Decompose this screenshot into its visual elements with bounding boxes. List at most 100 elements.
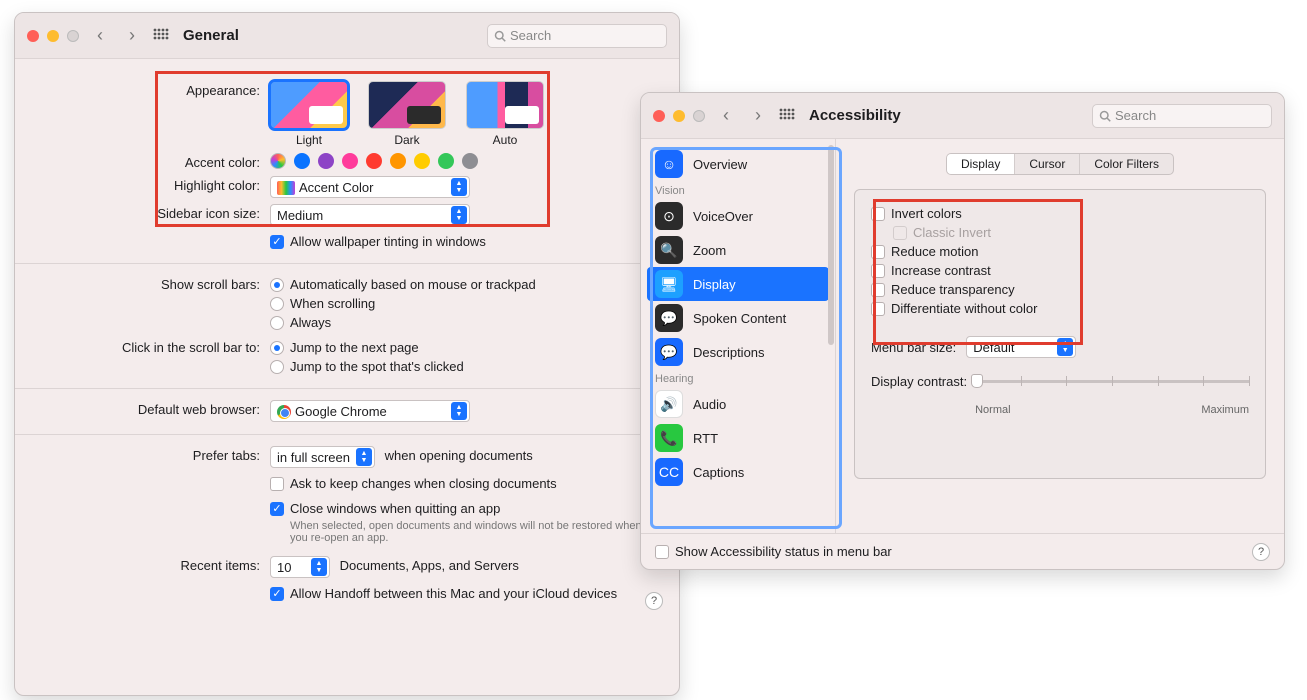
traffic-lights: [653, 110, 705, 122]
classic-invert-checkbox: Classic Invert: [893, 223, 1249, 242]
forward-button[interactable]: ›: [121, 25, 143, 46]
close-button[interactable]: [653, 110, 665, 122]
prefer-tabs-suffix: when opening documents: [385, 448, 533, 463]
accent-multicolor[interactable]: [270, 153, 286, 169]
person-icon: ☺: [655, 150, 683, 178]
allow-handoff-checkbox[interactable]: ✓Allow Handoff between this Mac and your…: [270, 584, 649, 603]
accent-green[interactable]: [438, 153, 454, 169]
display-icon: 🖥: [655, 270, 683, 298]
help-button[interactable]: ?: [1252, 543, 1270, 561]
accent-pink[interactable]: [342, 153, 358, 169]
close-windows-checkbox[interactable]: ✓Close windows when quitting an app: [270, 499, 649, 518]
search-placeholder: Search: [1115, 108, 1156, 123]
accent-swatch-icon: [277, 181, 295, 195]
phone-icon: 📞: [655, 424, 683, 452]
prefer-tabs-label: Prefer tabs:: [45, 446, 270, 463]
show-all-icon[interactable]: [779, 108, 795, 124]
default-browser-select[interactable]: Google Chrome ▲▼: [270, 400, 470, 422]
sidebar-item-display[interactable]: 🖥Display: [647, 267, 829, 301]
increase-contrast-checkbox[interactable]: Increase contrast: [871, 261, 1249, 280]
accent-graphite[interactable]: [462, 153, 478, 169]
accessibility-titlebar: ‹ › Accessibility Search: [641, 93, 1284, 139]
click-next-page[interactable]: Jump to the next page: [270, 338, 649, 357]
scrollbars-always[interactable]: Always: [270, 313, 649, 332]
sidebar-item-rtt[interactable]: 📞RTT: [647, 421, 829, 455]
back-button[interactable]: ‹: [89, 25, 111, 46]
help-button[interactable]: ?: [645, 592, 663, 610]
general-prefs-window: ‹ › General Search Appearance: Light Dar…: [14, 12, 680, 696]
display-panel: Invert colors Classic Invert Reduce moti…: [854, 189, 1266, 479]
scrollbars-auto[interactable]: Automatically based on mouse or trackpad: [270, 275, 649, 294]
reduce-motion-checkbox[interactable]: Reduce motion: [871, 242, 1249, 261]
sidebar-item-zoom[interactable]: 🔍Zoom: [647, 233, 829, 267]
general-body: Appearance: Light Dark Auto Accent color…: [15, 59, 679, 620]
speech-bubble-icon: 💬: [655, 304, 683, 332]
scrollbars-when-scrolling[interactable]: When scrolling: [270, 294, 649, 313]
minimize-button[interactable]: [47, 30, 59, 42]
sidebar-heading-hearing: Hearing: [647, 369, 829, 387]
invert-colors-checkbox[interactable]: Invert colors: [871, 204, 1249, 223]
accessibility-footer: Show Accessibility status in menu bar ?: [641, 533, 1284, 569]
display-tabs: Display Cursor Color Filters: [946, 153, 1174, 175]
recent-items-select[interactable]: 10▲▼: [270, 556, 330, 578]
appearance-auto[interactable]: Auto: [466, 81, 544, 147]
show-scrollbars-label: Show scroll bars:: [45, 275, 270, 292]
forward-button[interactable]: ›: [747, 105, 769, 126]
show-all-icon[interactable]: [153, 28, 169, 44]
recent-items-suffix: Documents, Apps, and Servers: [340, 558, 519, 573]
chrome-icon: [277, 405, 291, 419]
sidebar-item-spoken-content[interactable]: 💬Spoken Content: [647, 301, 829, 335]
sidebar-item-audio[interactable]: 🔊Audio: [647, 387, 829, 421]
tab-cursor[interactable]: Cursor: [1015, 154, 1080, 174]
contrast-max-label: Maximum: [1201, 404, 1249, 416]
back-button[interactable]: ‹: [715, 105, 737, 126]
accent-color-label: Accent color:: [45, 153, 270, 170]
close-windows-subtext: When selected, open documents and window…: [290, 520, 649, 544]
sidebar-icon-size-select[interactable]: Medium▲▼: [270, 204, 470, 226]
search-input[interactable]: Search: [1092, 104, 1272, 128]
ask-keep-changes-checkbox[interactable]: Ask to keep changes when closing documen…: [270, 474, 649, 493]
close-button[interactable]: [27, 30, 39, 42]
sidebar-item-voiceover[interactable]: ⊙VoiceOver: [647, 199, 829, 233]
sidebar-item-overview[interactable]: ☺Overview: [647, 147, 829, 181]
menu-bar-size-select[interactable]: Default▲▼: [966, 336, 1076, 358]
appearance-dark[interactable]: Dark: [368, 81, 446, 147]
display-contrast-slider[interactable]: [975, 372, 1249, 402]
show-status-menubar-checkbox[interactable]: Show Accessibility status in menu bar: [655, 542, 892, 561]
menu-bar-size-label: Menu bar size:: [871, 340, 956, 355]
differentiate-without-color-checkbox[interactable]: Differentiate without color: [871, 299, 1249, 318]
speaker-icon: 🔊: [655, 390, 683, 418]
allow-tinting-checkbox[interactable]: ✓Allow wallpaper tinting in windows: [270, 232, 649, 251]
reduce-transparency-checkbox[interactable]: Reduce transparency: [871, 280, 1249, 299]
accent-blue[interactable]: [294, 153, 310, 169]
appearance-light[interactable]: Light: [270, 81, 348, 147]
captions-icon: CC: [655, 458, 683, 486]
minimize-button[interactable]: [673, 110, 685, 122]
recent-items-label: Recent items:: [45, 556, 270, 573]
voiceover-icon: ⊙: [655, 202, 683, 230]
accent-purple[interactable]: [318, 153, 334, 169]
sidebar-heading-vision: Vision: [647, 181, 829, 199]
click-jump-spot[interactable]: Jump to the spot that's clicked: [270, 357, 649, 376]
sidebar-item-captions[interactable]: CCCaptions: [647, 455, 829, 489]
accent-color-row: [270, 153, 649, 169]
zoom-button[interactable]: [67, 30, 79, 42]
window-title: Accessibility: [809, 107, 901, 124]
traffic-lights: [27, 30, 79, 42]
accent-orange[interactable]: [390, 153, 406, 169]
tab-color-filters[interactable]: Color Filters: [1080, 154, 1173, 174]
prefer-tabs-select[interactable]: in full screen▲▼: [270, 446, 375, 468]
sidebar-scrollbar[interactable]: [828, 145, 834, 345]
tab-display[interactable]: Display: [947, 154, 1015, 174]
sidebar-item-descriptions[interactable]: 💬Descriptions: [647, 335, 829, 369]
zoom-button[interactable]: [693, 110, 705, 122]
search-placeholder: Search: [510, 28, 551, 43]
accent-red[interactable]: [366, 153, 382, 169]
search-input[interactable]: Search: [487, 24, 667, 48]
highlight-color-select[interactable]: Accent Color ▲▼: [270, 176, 470, 198]
search-icon: [494, 30, 506, 42]
accent-yellow[interactable]: [414, 153, 430, 169]
descriptions-icon: 💬: [655, 338, 683, 366]
display-contrast-label: Display contrast:: [871, 372, 967, 389]
search-icon: [1099, 110, 1111, 122]
